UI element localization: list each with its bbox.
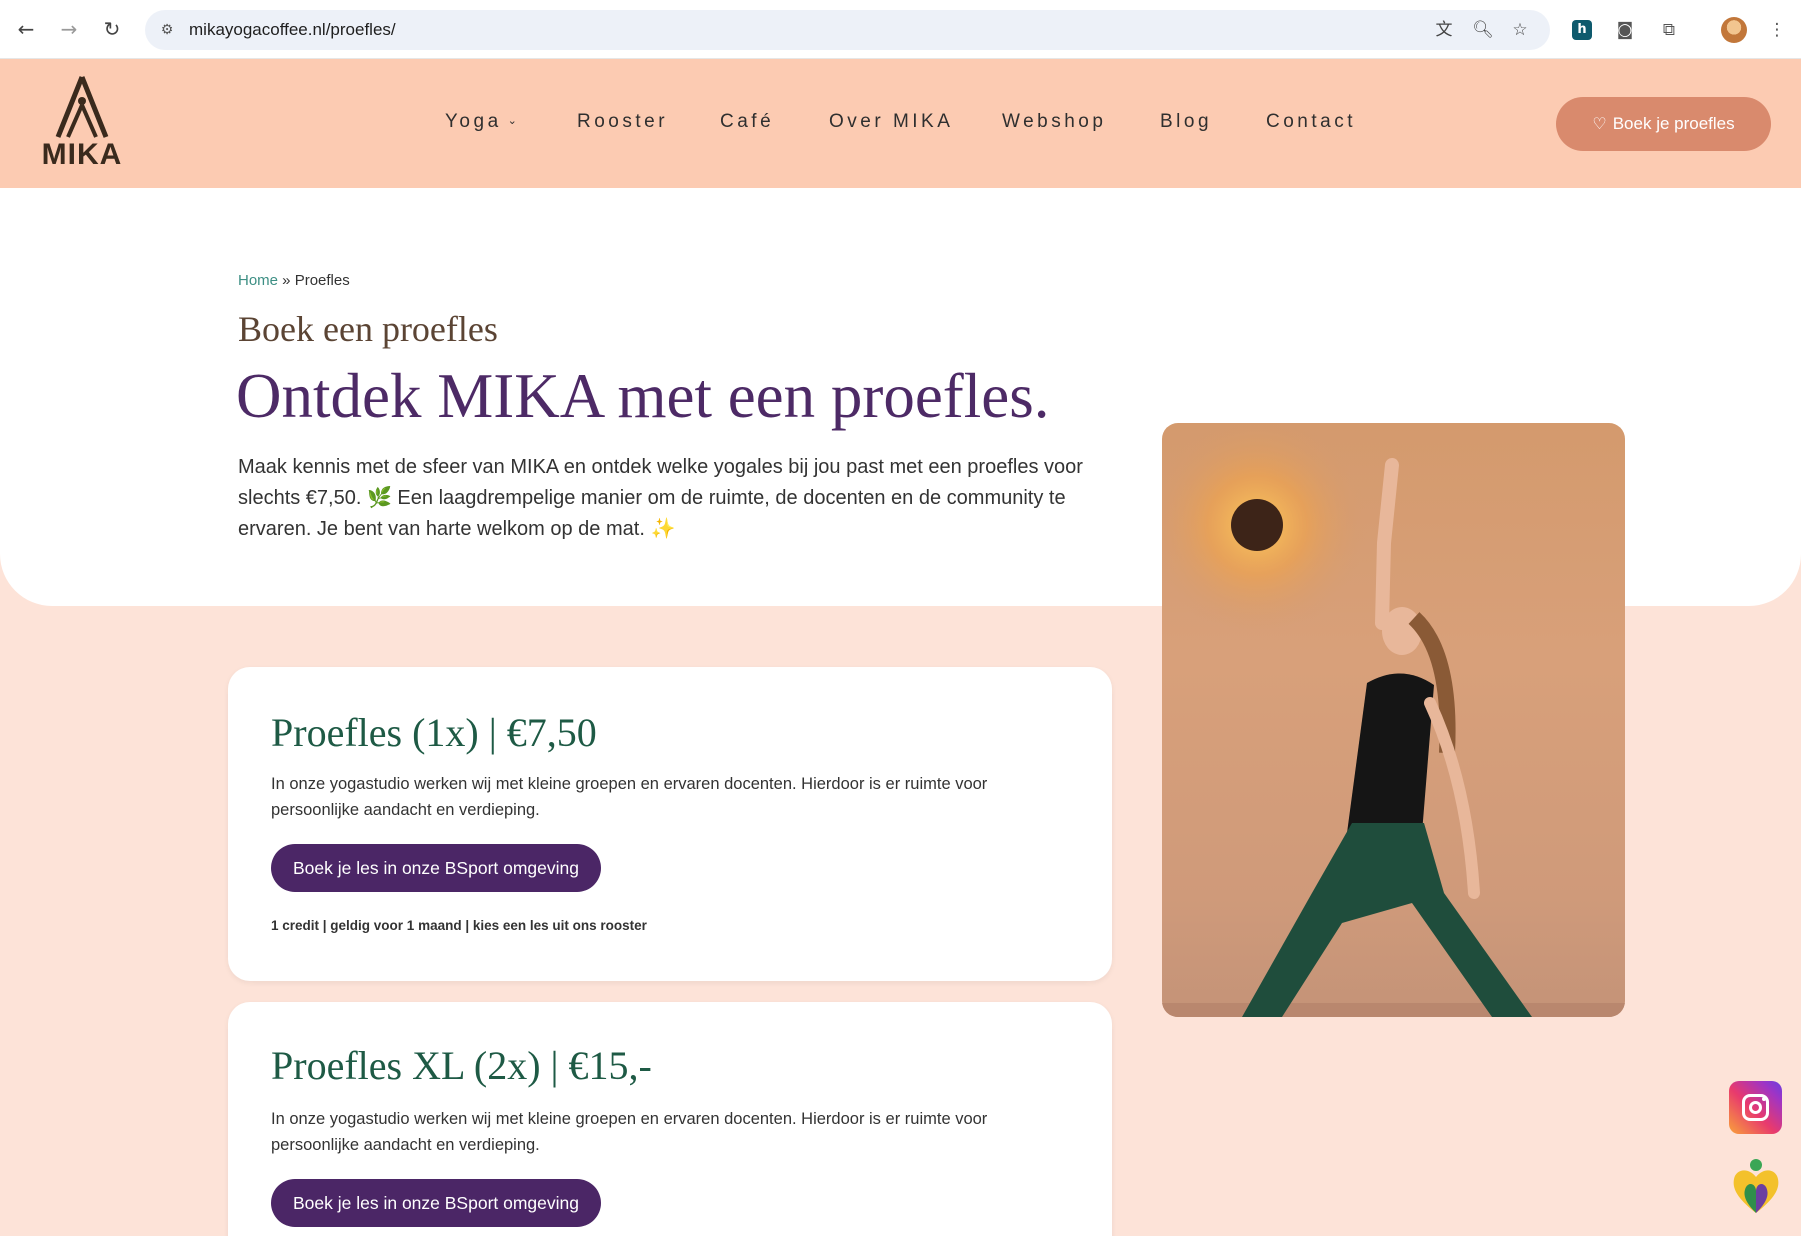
menu-item-cafe[interactable]: Café: [720, 111, 774, 133]
instagram-flash: [1762, 1097, 1766, 1101]
site-info-icon[interactable]: ⚙: [157, 20, 177, 40]
logo-wordmark: MIKA: [41, 138, 123, 171]
menu-item-rooster[interactable]: Rooster: [577, 111, 668, 133]
card-title: Proefles (1x) | €7,50: [271, 710, 597, 755]
reload-icon[interactable]: ↻: [99, 16, 125, 42]
trial-card-1: Proefles (1x) | €7,50 In onze yogastudio…: [228, 667, 1112, 981]
card-title: Proefles XL (2x) | €15,-: [271, 1043, 652, 1088]
cta-label: Boek je proefles: [1612, 114, 1735, 133]
star-icon[interactable]: ☆: [1509, 19, 1531, 41]
book-bsport-button[interactable]: Boek je les in onze BSport omgeving: [271, 844, 601, 892]
trial-card-2: Proefles XL (2x) | €15,- In onze yogastu…: [228, 1002, 1112, 1236]
breadcrumb: Home » Proefles: [238, 272, 350, 289]
camera-icon[interactable]: ◙: [1613, 18, 1637, 42]
book-trial-button[interactable]: ♡ Boek je proefles: [1556, 97, 1771, 151]
yoga-photo: [1162, 423, 1625, 1017]
menu-label: Yoga: [445, 111, 502, 132]
site-header: MIKA Yoga ⌄ Rooster Café Over MIKA Websho…: [0, 59, 1801, 188]
heart-badge-icon[interactable]: [1730, 1157, 1782, 1215]
card-note: 1 credit | geldig voor 1 maand | kies ee…: [271, 918, 647, 933]
menu-item-blog[interactable]: Blog: [1160, 111, 1212, 133]
mika-logo[interactable]: MIKA: [36, 75, 128, 175]
page-title: Ontdek MIKA met een proefles.: [236, 361, 1050, 431]
zoom-icon[interactable]: 🔍︎: [1472, 19, 1494, 41]
puzzle-icon[interactable]: ⧉: [1657, 18, 1681, 42]
instagram-icon[interactable]: [1729, 1081, 1782, 1134]
heart-icon: ♡: [1592, 116, 1607, 133]
menu-item-over-mika[interactable]: Over MIKA: [829, 111, 953, 133]
address-bar[interactable]: ⚙ mikayogacoffee.nl/proefles/ 文 🔍︎ ☆: [145, 10, 1550, 50]
menu-item-contact[interactable]: Contact: [1266, 111, 1356, 133]
chevron-down-icon: ⌄: [507, 115, 517, 127]
instagram-lens: [1749, 1101, 1762, 1114]
menu-item-yoga[interactable]: Yoga ⌄: [445, 111, 517, 133]
forward-icon[interactable]: →: [56, 16, 82, 42]
card-description: In onze yogastudio werken wij met kleine…: [271, 1110, 988, 1154]
card-description: In onze yogastudio werken wij met kleine…: [271, 775, 988, 819]
breadcrumb-separator: »: [278, 272, 295, 289]
intro-text: Maak kennis met de sfeer van MIKA en ont…: [238, 452, 1098, 545]
translate-icon[interactable]: 文: [1433, 19, 1455, 41]
browser-toolbar: ← → ↻ ⚙ mikayogacoffee.nl/proefles/ 文 🔍︎…: [0, 0, 1801, 59]
menu-item-webshop[interactable]: Webshop: [1002, 111, 1106, 133]
more-icon[interactable]: ⋮: [1765, 18, 1789, 42]
breadcrumb-current: Proefles: [294, 272, 350, 289]
back-icon[interactable]: ←: [13, 16, 39, 42]
extension-icon[interactable]: h: [1572, 20, 1592, 40]
page-eyebrow: Boek een proefles: [238, 309, 498, 349]
sparkles-icon: ✨: [650, 518, 676, 540]
breadcrumb-home-link[interactable]: Home: [238, 272, 278, 289]
yoga-pose-illustration: [1162, 423, 1625, 1017]
mika-logo-icon: [55, 76, 109, 138]
profile-avatar[interactable]: [1721, 17, 1747, 43]
leaf-icon: 🌿: [366, 487, 392, 509]
url-text[interactable]: mikayogacoffee.nl/proefles/: [189, 20, 396, 40]
book-bsport-button[interactable]: Boek je les in onze BSport omgeving: [271, 1179, 601, 1227]
